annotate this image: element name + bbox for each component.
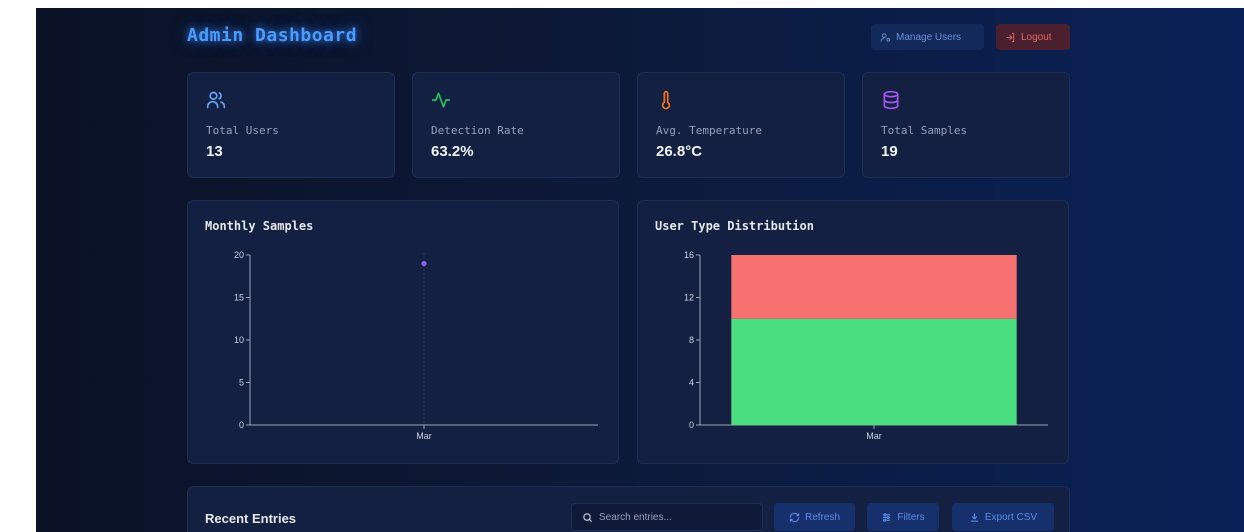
- user-type-distribution-card: User Type Distribution 0 4 8 12 16 Mar: [637, 200, 1069, 464]
- refresh-label: Refresh: [804, 511, 840, 523]
- x-tick-label: Mar: [866, 431, 882, 441]
- stat-label: Total Users: [206, 124, 279, 137]
- stat-value: 26.8°C: [656, 143, 703, 160]
- export-csv-button[interactable]: Export CSV: [952, 503, 1054, 531]
- stat-label: Total Samples: [881, 124, 968, 137]
- section-title: Recent Entries: [205, 511, 297, 526]
- header: Admin Dashboard Manage Users Logout: [187, 22, 1070, 56]
- download-icon: [970, 512, 979, 522]
- y-tick-label: 15: [234, 293, 244, 303]
- filters-button[interactable]: Filters: [867, 503, 939, 531]
- stat-card-avg-temperature: Avg. Temperature 26.8°C: [637, 72, 845, 178]
- y-tick-label: 0: [239, 420, 244, 430]
- user-cog-icon: [880, 32, 891, 42]
- monthly-samples-card: Monthly Samples 0 5 10 15 20 Mar: [187, 200, 619, 464]
- stat-card-total-users: Total Users 13: [187, 72, 395, 178]
- logout-icon: [1006, 32, 1015, 42]
- y-tick-label: 5: [239, 378, 244, 388]
- page-title: Admin Dashboard: [187, 25, 358, 46]
- stat-value: 19: [881, 143, 898, 160]
- y-tick-label: 8: [689, 335, 694, 345]
- activity-icon: [431, 92, 451, 108]
- thermometer-icon: [661, 90, 671, 110]
- search-icon: [583, 512, 593, 522]
- y-tick-label: 20: [234, 250, 244, 260]
- y-tick-label: 4: [689, 378, 694, 388]
- stat-label: Detection Rate: [431, 124, 524, 137]
- sliders-icon: [883, 512, 891, 522]
- dashboard-container: Admin Dashboard Manage Users Logout Tota…: [187, 8, 1070, 532]
- refresh-button[interactable]: Refresh: [774, 503, 855, 531]
- stat-value: 13: [206, 143, 223, 160]
- app-window: Admin Dashboard Manage Users Logout Tota…: [36, 8, 1244, 532]
- x-tick-label: Mar: [416, 431, 432, 441]
- stat-card-total-samples: Total Samples 19: [862, 72, 1070, 178]
- search-box[interactable]: [571, 503, 763, 531]
- logout-label: Logout: [1021, 31, 1052, 43]
- user-type-bar-segment-1: [731, 255, 1017, 319]
- stat-label: Avg. Temperature: [656, 124, 762, 137]
- stat-value: 63.2%: [431, 143, 474, 160]
- y-tick-label: 0: [689, 420, 694, 430]
- user-type-distribution-chart: 0 4 8 12 16 Mar: [684, 250, 1048, 441]
- y-tick-label: 10: [234, 335, 244, 345]
- monthly-samples-chart: 0 5 10 15 20 Mar: [234, 250, 598, 441]
- user-type-bar-segment-0: [731, 318, 1017, 425]
- manage-users-label: Manage Users: [896, 31, 962, 43]
- filters-label: Filters: [897, 511, 925, 523]
- search-input[interactable]: [599, 511, 749, 523]
- y-tick-label: 16: [684, 250, 694, 260]
- database-icon: [883, 90, 899, 110]
- y-tick-label: 12: [684, 293, 694, 303]
- users-icon: [206, 91, 226, 109]
- logout-button[interactable]: Logout: [996, 24, 1070, 50]
- export-csv-label: Export CSV: [984, 511, 1038, 523]
- stat-card-detection-rate: Detection Rate 63.2%: [412, 72, 620, 178]
- recent-entries-panel: Recent Entries Refresh Filters: [187, 486, 1070, 532]
- refresh-icon: [789, 512, 800, 522]
- monthly-samples-point: [421, 260, 427, 267]
- manage-users-button[interactable]: Manage Users: [871, 24, 984, 50]
